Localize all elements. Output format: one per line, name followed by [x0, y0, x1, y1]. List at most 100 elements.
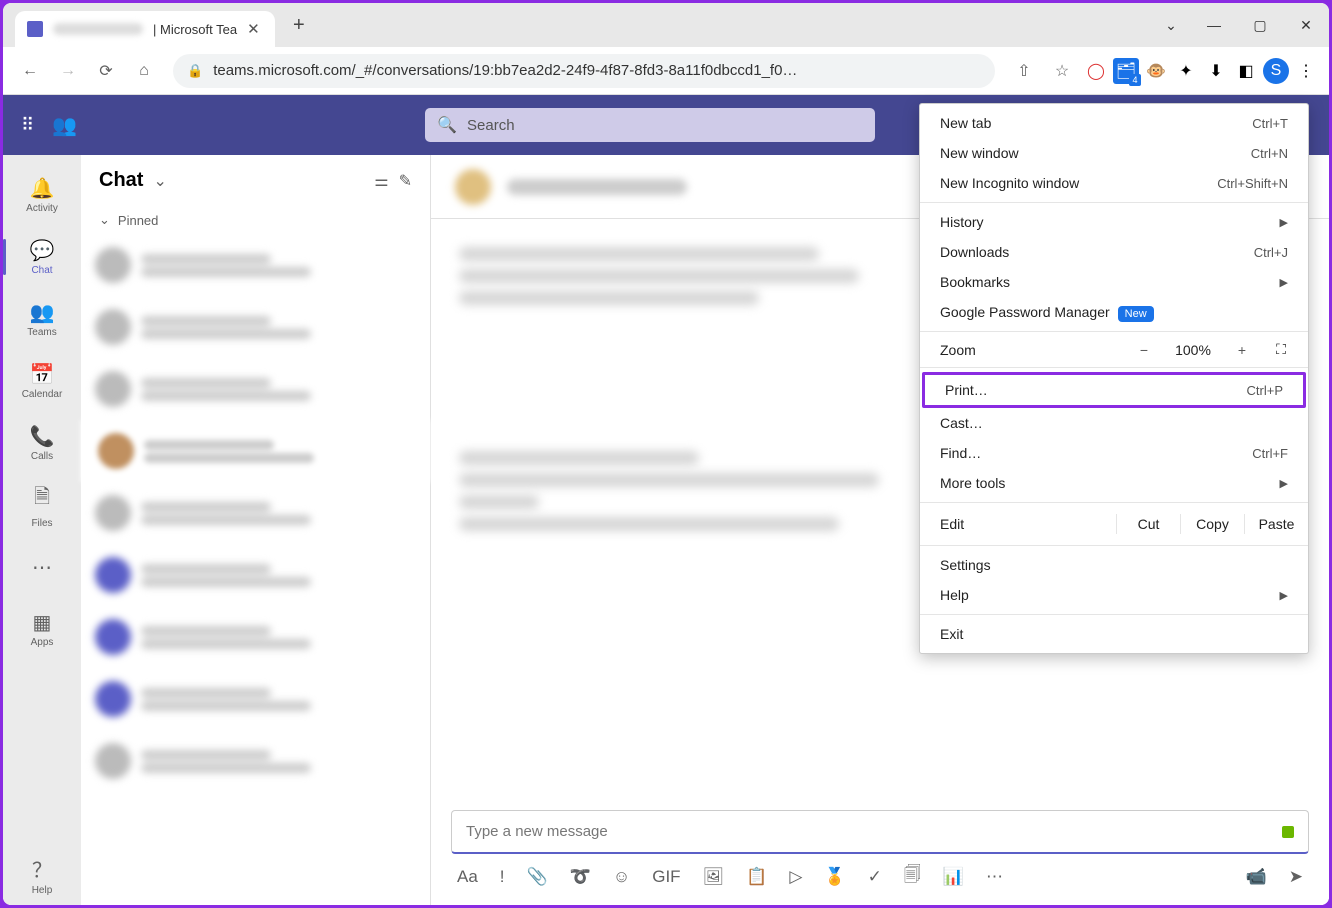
chat-item[interactable] — [81, 234, 430, 296]
menu-incognito[interactable]: New Incognito windowCtrl+Shift+N — [920, 168, 1308, 198]
menu-history[interactable]: History▶ — [920, 207, 1308, 237]
rail-help[interactable]: ？Help — [8, 845, 76, 905]
polls-icon[interactable]: 📊 — [943, 867, 964, 887]
home-button[interactable]: ⌂ — [127, 54, 161, 88]
loop-icon[interactable]: ➰ — [570, 867, 591, 887]
zoom-in-button[interactable]: + — [1222, 342, 1262, 358]
gif-icon[interactable]: GIF — [652, 867, 680, 887]
new-chat-icon[interactable]: ✎ — [399, 171, 412, 191]
help-icon: ？ — [32, 854, 52, 883]
extensions-puzzle-icon[interactable]: ✦ — [1173, 58, 1199, 84]
url-input[interactable]: 🔒 teams.microsoft.com/_#/conversations/1… — [173, 54, 995, 88]
bell-icon: 🔔 — [30, 176, 55, 201]
ellipsis-icon: ⋯ — [32, 555, 52, 580]
chat-item-selected[interactable] — [81, 420, 430, 482]
rail-activity[interactable]: 🔔Activity — [8, 165, 76, 225]
format-icon[interactable]: Aa — [457, 867, 478, 887]
menu-help[interactable]: Help▶ — [920, 580, 1308, 610]
menu-exit[interactable]: Exit — [920, 619, 1308, 649]
address-bar: ← → ⟳ ⌂ 🔒 teams.microsoft.com/_#/convers… — [3, 47, 1329, 95]
chat-item[interactable] — [81, 730, 430, 792]
chat-item[interactable] — [81, 668, 430, 730]
viva-icon[interactable]: 🗐 — [904, 862, 921, 891]
schedule-icon[interactable]: 📋 — [746, 867, 767, 887]
teams-logo-icon[interactable]: 👥 — [52, 113, 77, 138]
rail-chat[interactable]: 💬Chat — [8, 227, 76, 287]
menu-password-manager[interactable]: Google Password ManagerNew — [920, 297, 1308, 327]
profile-icon[interactable]: S — [1263, 58, 1289, 84]
menu-downloads[interactable]: DownloadsCtrl+J — [920, 237, 1308, 267]
app-rail: 🔔Activity 💬Chat 👥Teams 📅Calendar 📞Calls … — [3, 155, 81, 905]
close-window-button[interactable]: ✕ — [1283, 3, 1329, 47]
attach-icon[interactable]: 📎 — [527, 867, 548, 887]
compose-area: Type a new message Aa ! 📎 ➰ ☺ GIF 🖼 📋 ▷ … — [431, 800, 1329, 905]
menu-copy[interactable]: Copy — [1180, 514, 1244, 534]
rail-teams[interactable]: 👥Teams — [8, 289, 76, 349]
chat-item[interactable] — [81, 544, 430, 606]
priority-icon[interactable]: ! — [500, 867, 505, 887]
share-icon[interactable]: ⇧ — [1007, 54, 1041, 88]
rail-apps[interactable]: ▦Apps — [8, 599, 76, 659]
browser-tab[interactable]: | Microsoft Tea ✕ — [15, 11, 275, 47]
lock-icon: 🔒 — [187, 63, 203, 79]
menu-settings[interactable]: Settings — [920, 550, 1308, 580]
extension-blue-icon[interactable]: 🗂 — [1113, 58, 1139, 84]
fullscreen-icon[interactable]: ⛶ — [1262, 341, 1300, 358]
tab-search-icon[interactable]: ⌄ — [1151, 3, 1191, 47]
teams-search-input[interactable]: 🔍 Search — [425, 108, 875, 142]
sticker-icon[interactable]: 🖼 — [703, 867, 725, 887]
compose-placeholder: Type a new message — [466, 823, 608, 840]
reload-button[interactable]: ⟳ — [89, 54, 123, 88]
praise-icon[interactable]: 🏅 — [824, 867, 845, 887]
menu-paste[interactable]: Paste — [1244, 514, 1308, 534]
extension-face-icon[interactable]: 🐵 — [1143, 58, 1169, 84]
emoji-icon[interactable]: ☺ — [613, 867, 630, 887]
chat-list-title: Chat — [99, 169, 143, 192]
back-button[interactable]: ← — [13, 54, 47, 88]
chat-item[interactable] — [81, 606, 430, 668]
extension-opera-icon[interactable]: ◯ — [1083, 58, 1109, 84]
chat-item[interactable] — [81, 358, 430, 420]
new-tab-button[interactable]: + — [293, 14, 305, 37]
rail-more[interactable]: ⋯ — [8, 537, 76, 597]
filter-icon[interactable]: ⚌ — [374, 171, 388, 191]
message-input[interactable]: Type a new message — [451, 810, 1309, 854]
search-icon: 🔍 — [437, 115, 457, 135]
approvals-icon[interactable]: ✓ — [868, 867, 882, 887]
chat-item[interactable] — [81, 482, 430, 544]
sidepanel-icon[interactable]: ◧ — [1233, 58, 1259, 84]
menu-more-tools[interactable]: More tools▶ — [920, 468, 1308, 498]
more-actions-icon[interactable]: ⋯ — [986, 867, 1003, 887]
menu-cut[interactable]: Cut — [1116, 514, 1180, 534]
tab-title-suffix: | Microsoft Tea — [153, 22, 237, 37]
menu-bookmarks[interactable]: Bookmarks▶ — [920, 267, 1308, 297]
menu-cast[interactable]: Cast… — [920, 408, 1308, 438]
close-tab-icon[interactable]: ✕ — [247, 20, 260, 38]
menu-print[interactable]: Print…Ctrl+P — [925, 375, 1303, 405]
menu-edit: Edit Cut Copy Paste — [920, 507, 1308, 541]
rail-calls[interactable]: 📞Calls — [8, 413, 76, 473]
stream-icon[interactable]: ▷ — [789, 867, 802, 887]
chevron-right-icon: ▶ — [1280, 589, 1288, 602]
app-launcher-icon[interactable]: ⠿ — [21, 115, 34, 136]
downloads-icon[interactable]: ⬇ — [1203, 58, 1229, 84]
bookmark-star-icon[interactable]: ☆ — [1045, 54, 1079, 88]
forward-button[interactable]: → — [51, 54, 85, 88]
menu-find[interactable]: Find…Ctrl+F — [920, 438, 1308, 468]
minimize-button[interactable]: ― — [1191, 3, 1237, 47]
rail-files[interactable]: 🗎Files — [8, 475, 76, 535]
chat-item[interactable] — [81, 296, 430, 358]
rail-calendar[interactable]: 📅Calendar — [8, 351, 76, 411]
presence-indicator — [1282, 826, 1294, 838]
menu-new-tab[interactable]: New tabCtrl+T — [920, 108, 1308, 138]
chevron-down-icon[interactable]: ⌄ — [153, 171, 166, 191]
send-button[interactable]: ➤ — [1289, 867, 1303, 887]
chevron-right-icon: ▶ — [1280, 477, 1288, 490]
maximize-button[interactable]: ▢ — [1237, 3, 1283, 47]
pinned-section[interactable]: ⌄ Pinned — [81, 206, 430, 234]
video-clip-icon[interactable]: 📹 — [1246, 867, 1267, 887]
calendar-icon: 📅 — [30, 362, 55, 387]
menu-new-window[interactable]: New windowCtrl+N — [920, 138, 1308, 168]
zoom-out-button[interactable]: − — [1124, 342, 1164, 358]
chrome-menu-button[interactable]: ⋮ — [1293, 58, 1319, 84]
